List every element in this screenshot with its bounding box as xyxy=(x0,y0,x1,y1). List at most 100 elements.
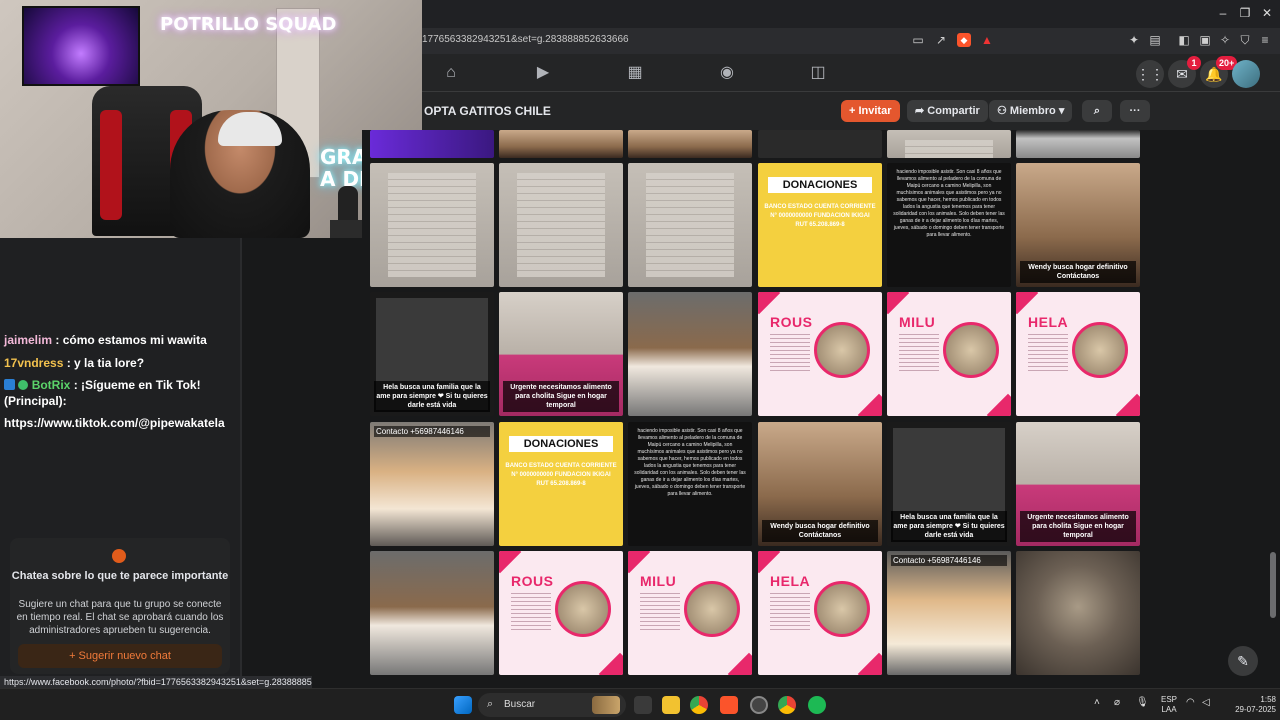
wallet-icon[interactable]: ▣ xyxy=(1198,33,1212,47)
menu-icon[interactable]: ≡ xyxy=(1258,33,1272,47)
task-view-icon[interactable] xyxy=(634,696,652,714)
gallery-photo[interactable] xyxy=(628,292,752,416)
groups-icon[interactable]: ◉ xyxy=(718,64,736,82)
split-view-icon[interactable]: ◧ xyxy=(1177,33,1191,47)
page-left-gutter xyxy=(242,238,362,678)
taskbar-search[interactable]: ⌕ Buscar xyxy=(478,693,626,717)
gallery-photo[interactable] xyxy=(499,163,623,287)
gallery-photo[interactable] xyxy=(1016,551,1140,675)
photo-caption: Urgente necesitamos alimento para cholit… xyxy=(503,381,619,412)
profile-avatar[interactable] xyxy=(1232,60,1260,88)
sidebar-panel-icon[interactable]: ▤ xyxy=(1148,33,1162,47)
suggest-chat-button[interactable]: + Sugerir nuevo chat xyxy=(18,644,222,668)
scrollbar-thumb[interactable] xyxy=(1270,552,1276,618)
minimize-button[interactable]: – xyxy=(1214,6,1232,20)
gallery-photo[interactable] xyxy=(628,163,752,287)
gallery-photo[interactable] xyxy=(628,130,752,158)
leo-ai-icon[interactable]: ✧ xyxy=(1218,33,1232,47)
gallery-photo[interactable] xyxy=(370,130,494,158)
pet-photo xyxy=(555,581,611,637)
gallery-photo[interactable]: HELA xyxy=(758,551,882,675)
brave-rewards-icon[interactable]: ▲ xyxy=(980,33,994,47)
clock[interactable]: 1:58 29-07-2025 xyxy=(1220,695,1276,715)
gallery-photo[interactable] xyxy=(499,130,623,158)
gallery-photo[interactable] xyxy=(370,163,494,287)
obs-icon[interactable] xyxy=(750,696,768,714)
spotify-icon[interactable] xyxy=(808,696,826,714)
chrome-icon[interactable] xyxy=(690,696,708,714)
cast-icon[interactable]: ▭ xyxy=(911,33,925,47)
marketplace-icon[interactable]: ▦ xyxy=(626,64,644,82)
chevron-up-icon[interactable]: ˄ xyxy=(1094,698,1100,708)
pet-details xyxy=(1028,334,1068,374)
microphone-icon[interactable]: 🎙 xyxy=(1136,698,1149,708)
gallery-photo[interactable] xyxy=(370,551,494,675)
gallery-photo[interactable]: haciendo imposible asistir. Son casi 8 a… xyxy=(628,422,752,546)
keyboard-layout: LAA xyxy=(1161,705,1177,714)
members-icon: ⚇ xyxy=(997,105,1010,117)
share-button[interactable]: ➦ Compartir xyxy=(907,100,988,122)
notice-text: haciendo imposible asistir. Son casi 8 a… xyxy=(634,428,746,497)
video-icon[interactable]: ▶ xyxy=(534,64,552,82)
brave-shield-icon[interactable]: ◆ xyxy=(957,33,971,47)
pet-details xyxy=(899,334,939,374)
gallery-photo[interactable]: Contacto +56987446146 xyxy=(370,422,494,546)
clock-date: 29-07-2025 xyxy=(1235,705,1276,714)
gallery-photo[interactable]: Contacto +56987446146 xyxy=(887,551,1011,675)
gallery-photo[interactable]: Hela busca una familia que la ame para s… xyxy=(370,292,494,416)
wifi-icon[interactable]: ◠ xyxy=(1186,698,1195,708)
language-indicator[interactable]: ESP LAA xyxy=(1158,695,1180,715)
gallery-photo[interactable] xyxy=(758,130,882,158)
photo-caption: Hela busca una familia que la ame para s… xyxy=(374,381,490,412)
gallery-photo[interactable]: ROUS xyxy=(758,292,882,416)
member-button[interactable]: ⚇ Miembro ▾ xyxy=(989,100,1073,122)
heart-decoration xyxy=(758,292,781,315)
donaciones-text: BANCO ESTADO CUENTA CORRIENTE N° 0000000… xyxy=(505,463,617,487)
network-off-icon[interactable]: ⌀ xyxy=(1114,698,1120,708)
gallery-photo[interactable]: Wendy busca hogar definitivo Contáctanos xyxy=(1016,163,1140,287)
more-options-icon[interactable]: ··· xyxy=(1120,100,1150,122)
gallery-photo[interactable]: Urgente necesitamos alimento para cholit… xyxy=(499,292,623,416)
address-url[interactable]: 1776563382943251&set=g.283888852633666 xyxy=(422,34,629,45)
gallery-photo[interactable]: haciendo imposible asistir. Son casi 8 a… xyxy=(887,163,1011,287)
gallery-photo[interactable]: MILU xyxy=(628,551,752,675)
vpn-shield-icon[interactable]: ⛉ xyxy=(1238,33,1252,47)
gallery-photo[interactable] xyxy=(1016,130,1140,158)
apps-menu-icon[interactable]: ⋮⋮ xyxy=(1136,60,1164,88)
close-button[interactable]: ✕ xyxy=(1258,6,1276,20)
maximize-button[interactable]: ❐ xyxy=(1236,6,1254,20)
gallery-photo[interactable]: DONACIONES BANCO ESTADO CUENTA CORRIENTE… xyxy=(758,163,882,287)
share-icon: ➦ xyxy=(915,105,928,117)
invite-button[interactable]: + Invitar xyxy=(841,100,900,122)
extensions-icon[interactable]: ✦ xyxy=(1127,33,1141,47)
volume-icon[interactable]: ◁ xyxy=(1202,698,1210,708)
gallery-photo[interactable]: Urgente necesitamos alimento para cholit… xyxy=(1016,422,1140,546)
heart-decoration xyxy=(887,292,910,315)
gallery-photo[interactable]: Hela busca una familia que la ame para s… xyxy=(887,422,1011,546)
chat-message: https://www.tiktok.com/@pipewakatela xyxy=(4,415,225,431)
chat-text: https://www.tiktok.com/@pipewakatela xyxy=(4,416,225,430)
gaming-icon[interactable]: ◫ xyxy=(809,64,827,82)
group-name[interactable]: OPTA GATITOS CHILE xyxy=(424,104,551,118)
brave-icon[interactable] xyxy=(720,696,738,714)
search-highlight-image xyxy=(592,696,620,714)
new-message-icon[interactable]: ✎ xyxy=(1228,646,1258,676)
gallery-photo[interactable]: MILU xyxy=(887,292,1011,416)
start-icon[interactable] xyxy=(454,696,472,714)
donaciones-text: BANCO ESTADO CUENTA CORRIENTE N° 0000000… xyxy=(764,204,876,228)
file-explorer-icon[interactable] xyxy=(662,696,680,714)
home-icon[interactable]: ⌂ xyxy=(442,64,460,82)
windows-taskbar: ⌕ Buscar ˄ ⌀ 🎙 ESP LAA ◠ ◁ 1:58 29-07-20… xyxy=(0,688,1280,720)
search-icon[interactable]: ⌕ xyxy=(1082,100,1112,122)
gallery-photo[interactable]: HELA xyxy=(1016,292,1140,416)
browser-titlebar: – ❐ ✕ xyxy=(422,0,1280,28)
gallery-photo[interactable]: ROUS xyxy=(499,551,623,675)
share-page-icon[interactable]: ↗ xyxy=(934,33,948,47)
gallery-photo[interactable]: Wendy busca hogar definitivo Contáctanos xyxy=(758,422,882,546)
gallery-photo[interactable]: DONACIONES BANCO ESTADO CUENTA CORRIENTE… xyxy=(499,422,623,546)
chrome-profile-icon[interactable] xyxy=(778,696,796,714)
gallery-photo[interactable] xyxy=(887,130,1011,158)
photo-caption: Urgente necesitamos alimento para cholit… xyxy=(1020,511,1136,542)
chat-text: : y la tia lore? xyxy=(63,356,145,370)
neon-sign-potrillo: POTRILLO SQUAD xyxy=(160,14,337,35)
